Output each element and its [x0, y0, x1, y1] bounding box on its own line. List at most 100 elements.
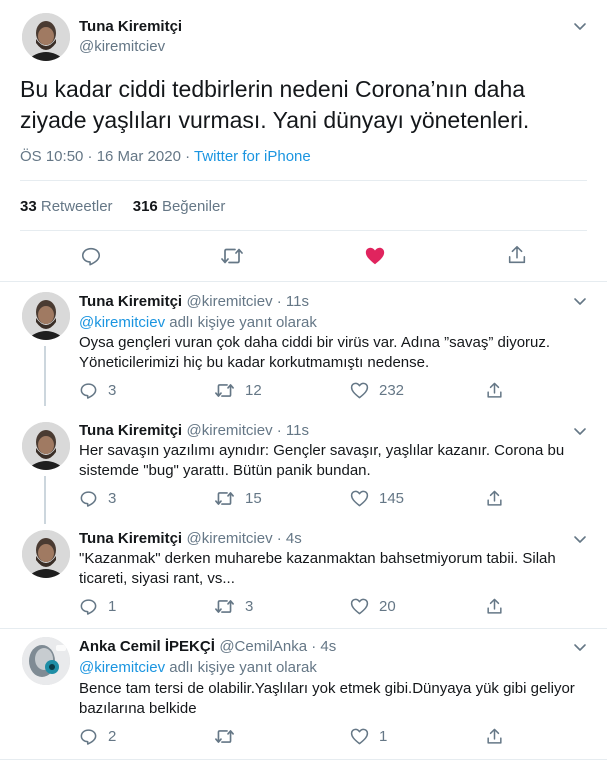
reply-header: Tuna Kiremitçi @kiremitciev · 11s	[79, 422, 309, 440]
author-name[interactable]: Tuna Kiremitçi	[79, 530, 182, 547]
reply-to-handle[interactable]: @kiremitciev	[79, 659, 165, 676]
like-count: 20	[379, 598, 396, 615]
retweet-icon	[215, 384, 234, 397]
share-icon[interactable]	[485, 727, 504, 746]
retweet-count: 12	[245, 382, 262, 399]
reply-header: Anka Cemil İPEKÇİ @CemilAnka · 4s	[79, 638, 336, 656]
likes-label: Beğeniler	[161, 198, 226, 215]
like-count: 1	[379, 728, 388, 745]
reply-text-line1: Oysa gençleri vuran çok daha ciddi bir v…	[79, 334, 551, 351]
reply-icon	[80, 729, 97, 745]
reply-count: 1	[108, 598, 117, 615]
author-handle[interactable]: @kiremitciev · 11s	[187, 422, 309, 439]
tweet-text: Bu kadar ciddi tedbirlerin nedeni Corona…	[20, 74, 529, 136]
avatar[interactable]	[22, 637, 70, 685]
reply-text-line2: bazılarına belkide	[79, 700, 197, 717]
engagement-stats: 33 Retweetler 316 Beğeniler	[20, 198, 225, 215]
retweet-icon	[215, 492, 234, 505]
divider	[0, 628, 607, 629]
avatar[interactable]	[22, 530, 70, 578]
like-action[interactable]: 145	[350, 489, 404, 508]
reply-icon	[80, 491, 97, 507]
share-icon[interactable]	[485, 489, 504, 508]
reply-action[interactable]: 1	[79, 597, 116, 616]
like-action[interactable]: 1	[350, 727, 387, 746]
reply-icon	[80, 599, 97, 615]
reply-action[interactable]: 3	[79, 381, 116, 400]
tweet-text-line1: Bu kadar ciddi tedbirlerin nedeni Corona…	[20, 76, 526, 102]
like-icon	[350, 728, 369, 745]
meta-separator: ·	[180, 148, 194, 165]
like-action[interactable]: 232	[350, 381, 404, 400]
retweet-action[interactable]: 12	[214, 381, 262, 400]
chevron-down-icon[interactable]	[572, 531, 588, 547]
tweet-time[interactable]: ÖS 10:50 · 16 Mar 2020	[20, 148, 181, 165]
avatar[interactable]	[22, 292, 70, 340]
retweet-action[interactable]: 3	[214, 597, 253, 616]
like-count: 232	[379, 382, 405, 399]
like-count: 145	[379, 490, 405, 507]
reply-header: Tuna Kiremitçi @kiremitciev · 11s	[79, 293, 309, 311]
reply-action[interactable]: 2	[79, 727, 116, 746]
reply-text: Bence tam tersi de olabilir.Yaşlıları yo…	[79, 679, 575, 719]
reply-context: @kiremitciev adlı kişiye yanıt olarak	[79, 313, 317, 333]
reply-text: "Kazanmak" derken muharebe kazanmaktan b…	[79, 549, 556, 589]
divider	[20, 230, 587, 231]
retweet-action[interactable]	[214, 727, 245, 746]
author-handle[interactable]: @kiremitciev · 4s	[187, 530, 302, 547]
reply-text-line1: "Kazanmak" derken muharebe kazanmaktan b…	[79, 550, 556, 567]
divider	[0, 281, 607, 282]
reply-text-line1: Bence tam tersi de olabilir.Yaşlıları yo…	[79, 680, 575, 697]
reply-text-line2: Yöneticilerimizi hiç bu kadar korkutmamı…	[79, 354, 430, 371]
like-icon	[350, 382, 369, 399]
reply-context: @kiremitciev adlı kişiye yanıt olarak	[79, 658, 317, 678]
author-name[interactable]: Tuna Kiremitçi	[79, 293, 182, 310]
reply-icon[interactable]	[80, 245, 102, 267]
reply-to-suffix: adlı kişiye yanıt olarak	[165, 314, 317, 331]
author-handle[interactable]: @kiremitciev · 11s	[187, 293, 309, 310]
reply-action[interactable]: 3	[79, 489, 116, 508]
avatar[interactable]	[22, 422, 70, 470]
reply-count: 3	[108, 382, 117, 399]
divider	[20, 180, 587, 181]
reply-text-line2: sistemde "bug" yarattı. Bütün panik bund…	[79, 462, 371, 479]
chevron-down-icon[interactable]	[572, 639, 588, 655]
avatar[interactable]	[22, 13, 70, 61]
reply-to-handle[interactable]: @kiremitciev	[79, 314, 165, 331]
retweets-label: Retweetler	[40, 198, 113, 215]
author-name[interactable]: Tuna Kiremitçi	[79, 422, 182, 439]
tweet-source[interactable]: Twitter for iPhone	[194, 148, 311, 165]
reply-count: 2	[108, 728, 117, 745]
like-icon[interactable]	[364, 245, 386, 267]
author-handle[interactable]: @kiremitciev	[79, 38, 165, 55]
thread-line	[44, 476, 46, 524]
reply-count: 3	[108, 490, 117, 507]
retweet-count: 15	[245, 490, 262, 507]
reply-header: Tuna Kiremitçi @kiremitciev · 4s	[79, 530, 302, 548]
retweet-icon[interactable]	[220, 245, 244, 267]
reply-text: Oysa gençleri vuran çok daha ciddi bir v…	[79, 333, 550, 373]
share-icon[interactable]	[485, 381, 504, 400]
retweets-count: 33	[20, 198, 37, 215]
like-icon	[350, 490, 369, 507]
chevron-down-icon[interactable]	[572, 18, 588, 34]
retweet-count: 3	[245, 598, 254, 615]
reply-text: Her savaşın yazılımı aynıdır: Gençler sa…	[79, 441, 564, 481]
retweets-stat[interactable]: 33 Retweetler	[20, 198, 113, 215]
chevron-down-icon[interactable]	[572, 423, 588, 439]
thread-line	[44, 346, 46, 406]
author-name[interactable]: Anka Cemil İPEKÇİ	[79, 638, 215, 655]
likes-stat[interactable]: 316 Beğeniler	[133, 198, 226, 215]
reply-text-line1: Her savaşın yazılımı aynıdır: Gençler sa…	[79, 442, 565, 459]
share-icon[interactable]	[485, 597, 504, 616]
retweet-action[interactable]: 15	[214, 489, 262, 508]
chevron-down-icon[interactable]	[572, 293, 588, 309]
divider	[0, 759, 607, 760]
tweet-meta: ÖS 10:50 · 16 Mar 2020 · Twitter for iPh…	[20, 148, 311, 165]
reply-text-line2: ticareti, siyasi rant, vs...	[79, 570, 235, 587]
author-name[interactable]: Tuna Kiremitçi	[79, 18, 182, 35]
author-handle[interactable]: @CemilAnka · 4s	[219, 638, 336, 655]
share-icon[interactable]	[506, 244, 528, 266]
like-action[interactable]: 20	[350, 597, 396, 616]
tweet-text-line2: ziyade yaşlıları vurması. Yani dünyayı y…	[20, 107, 530, 133]
